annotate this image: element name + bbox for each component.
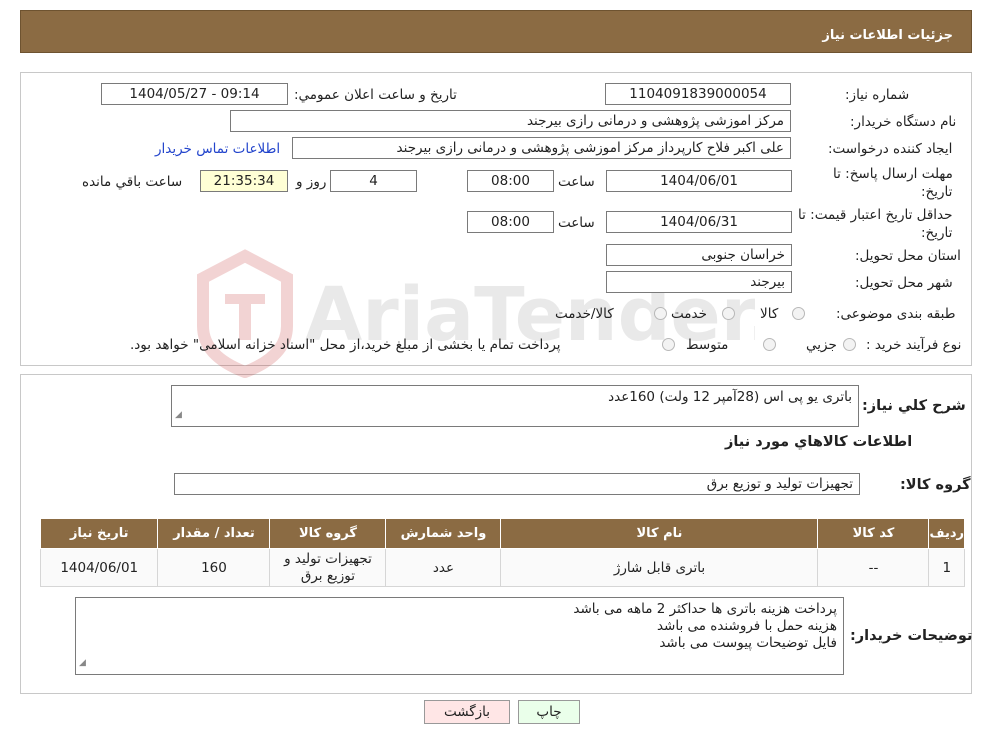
col-quantity: تعداد / مقدار [157,518,271,549]
process-option-medium: متوسط [686,337,729,353]
cell-date: 1404/06/01 [39,548,159,587]
province-field: خراسان جنوبی [606,244,792,266]
announce-label: تاریخ و ساعت اعلان عمومي: [294,87,457,103]
notes-line: هزینه حمل با فروشنده می باشد [656,618,837,634]
category-radio-service[interactable] [722,307,735,320]
process-radio-small[interactable] [843,338,856,351]
category-option-goods-service: کالا/خدمت [555,306,614,322]
process-note: پرداخت تمام یا بخشی از مبلغ خرید،از محل … [130,337,561,353]
goods-group-field: تجهیزات تولید و توزیع برق [174,473,860,495]
summary-label: شرح کلي نیاز: [862,398,966,414]
buyer-contact-link[interactable]: اطلاعات تماس خریدار [155,141,280,157]
cell-code: -- [817,548,930,587]
page-title: جزئیات اطلاعات نیاز [822,28,953,43]
creator-field: علی اکبر فلاح کارپرداز مرکز اموزشی پژوهش… [292,137,791,159]
need-number-label: شماره نیاز: [845,87,910,103]
page-header: جزئیات اطلاعات نیاز [20,10,972,53]
category-option-service: خدمت [671,306,707,322]
print-button[interactable]: چاپ [518,700,580,724]
cell-unit: عدد [385,548,502,587]
col-date: تاریخ نیاز [39,518,159,549]
buyer-notes-label: توضیحات خریدار: [850,628,973,644]
announce-field: 1404/05/27 - 09:14 [101,83,288,105]
summary-text: باتری یو پی اس (28آمپر 12 ولت) 160عدد [608,389,852,405]
deadline-date-field: 1404/06/01 [606,170,792,192]
category-option-goods: کالا [760,306,779,322]
col-name: نام کالا [500,518,819,549]
validity-time-label: ساعت [558,215,595,231]
remaining-label: ساعت باقي مانده [82,174,183,190]
deadline-label-date: تاریخ: [921,184,953,200]
creator-label: ایجاد کننده درخواست: [828,141,953,157]
goods-info-title: اطلاعات کالاهاي مورد نیاز [725,434,913,450]
category-radio-goods[interactable] [792,307,805,320]
validity-time-field: 08:00 [467,211,554,233]
back-button[interactable]: بازگشت [424,700,510,724]
table-header-row: ردیف کد کالا نام کالا واحد شمارش گروه کا… [39,518,965,549]
resize-grip-icon[interactable]: ◢ [175,407,182,424]
col-group: گروه کالا [269,518,387,549]
province-label: استان محل تحویل: [855,248,961,264]
deadline-time-label: ساعت [558,174,595,190]
col-code: کد کالا [817,518,930,549]
process-label: نوع فرآیند خرید : [866,337,962,353]
cell-quantity: 160 [157,548,271,587]
days-remaining-field: 4 [330,170,417,192]
category-label: طبقه بندی موضوعی: [836,306,956,322]
process-option-small: جزیي [806,337,837,353]
col-row: ردیف [928,518,965,549]
goods-table: ردیف کد کالا نام کالا واحد شمارش گروه کا… [39,518,965,587]
goods-group-label: گروه کالا: [900,477,971,493]
validity-date-field: 1404/06/31 [606,211,792,233]
buyer-field: مرکز اموزشی پژوهشی و درمانی رازی بیرجند [230,110,791,132]
validity-label-date: تاریخ: [921,225,953,241]
city-label: شهر محل تحویل: [855,275,953,291]
process-radio-treasury[interactable] [662,338,675,351]
need-number-field: 1104091839000054 [605,83,791,105]
buyer-label: نام دستگاه خریدار: [850,114,957,130]
cell-row: 1 [928,548,965,587]
resize-grip-icon[interactable]: ◢ [79,655,86,672]
notes-line: پرداخت هزینه باتری ها حداکثر 2 ماهه می ب… [573,601,837,617]
city-field: بیرجند [606,271,792,293]
days-label: روز و [296,174,327,190]
validity-label: حداقل تاریخ اعتبار قیمت: تا [798,207,953,223]
table-row: 1 -- باتری قابل شارژ عدد تجهیزات تولید و… [39,548,965,587]
cell-group: تجهیزات تولید و توزیع برق [269,548,387,587]
deadline-time-field: 08:00 [467,170,554,192]
deadline-label: مهلت ارسال پاسخ: تا [833,166,953,182]
buyer-notes-field: پرداخت هزینه باتری ها حداکثر 2 ماهه می ب… [75,597,844,675]
col-unit: واحد شمارش [385,518,502,549]
category-radio-goods-service[interactable] [654,307,667,320]
notes-line: فایل توضیحات پیوست می باشد [659,635,837,651]
cell-name: باتری قابل شارژ [500,548,819,587]
remaining-time-field: 21:35:34 [200,170,288,192]
process-radio-medium[interactable] [763,338,776,351]
summary-field: باتری یو پی اس (28آمپر 12 ولت) 160عدد ◢ [171,385,859,427]
